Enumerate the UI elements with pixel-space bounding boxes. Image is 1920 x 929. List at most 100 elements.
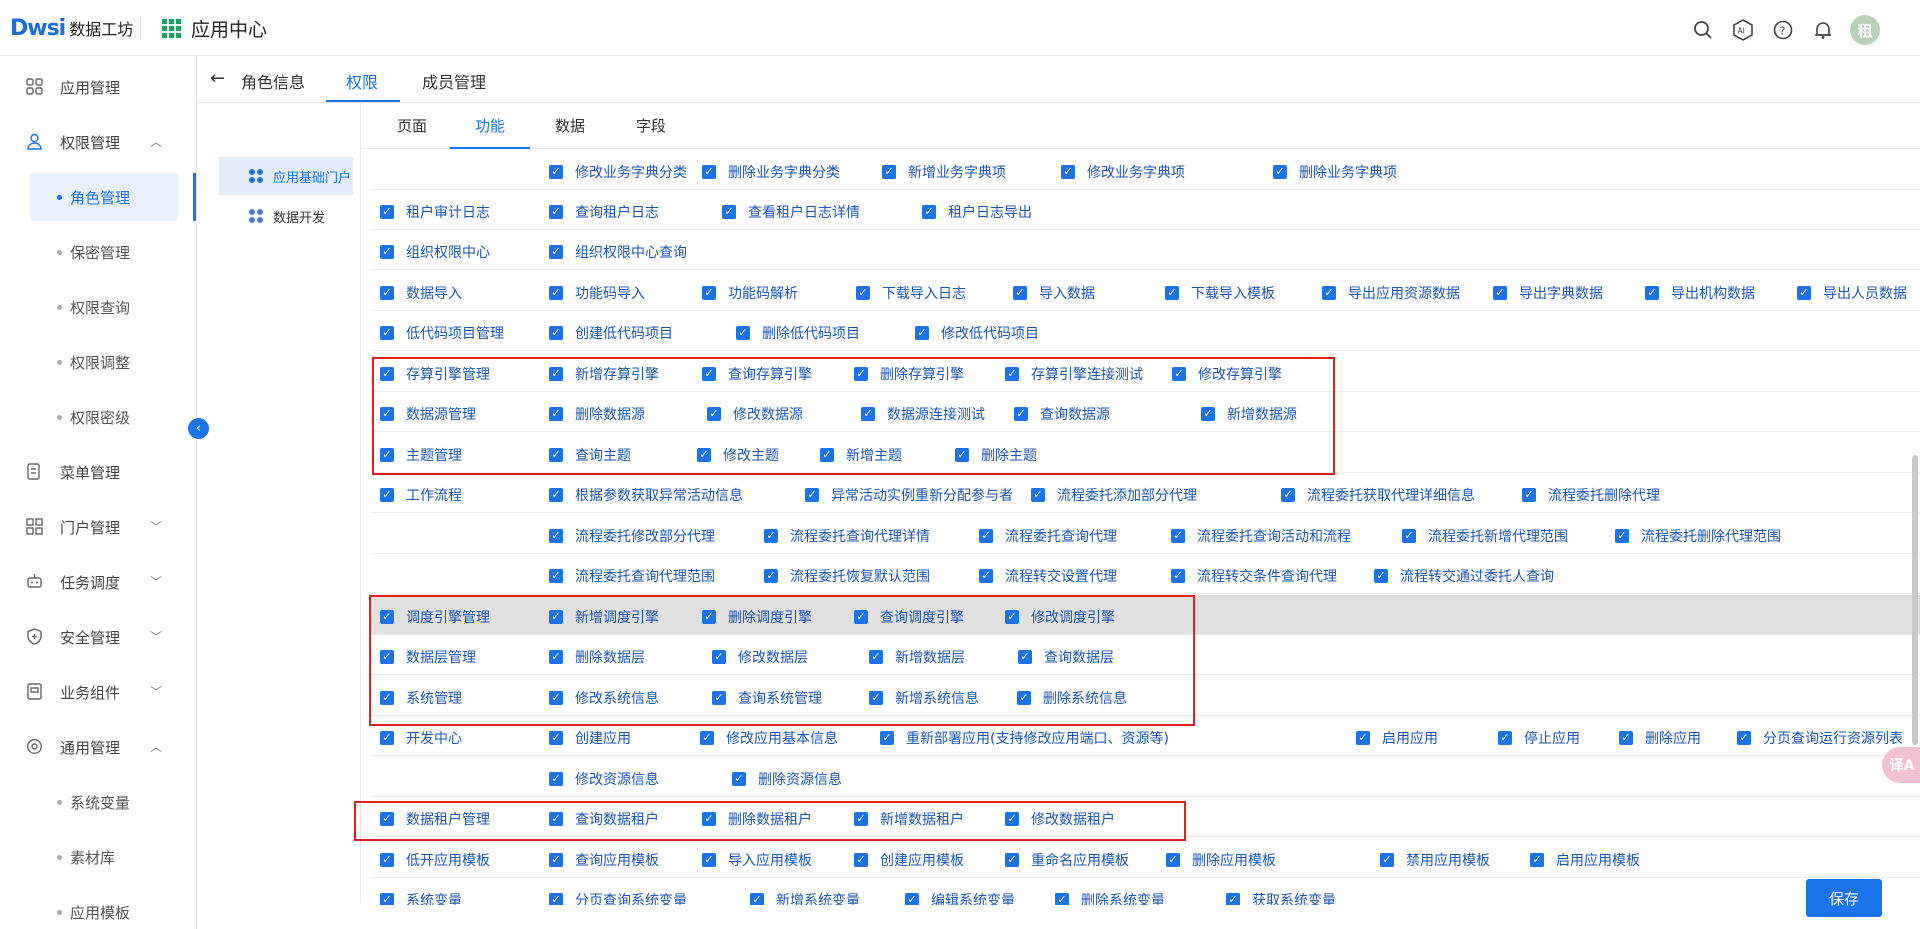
checkbox-checked-icon[interactable]: ✓ [1005,610,1019,624]
permission-checkbox[interactable]: ✓ 删除资源信息 [732,769,842,789]
sidebar-item-security[interactable]: 安全管理 ﹀ [0,612,196,662]
permission-checkbox[interactable]: ✓ 流程转交设置代理 [979,566,1117,586]
permission-checkbox[interactable]: ✓ 新增系统变量 [750,890,860,905]
checkbox-checked-icon[interactable]: ✓ [1171,529,1185,543]
checkbox-checked-icon[interactable]: ✓ [380,286,394,300]
permission-checkbox[interactable]: ✓ 查询主题 [549,445,631,465]
permission-checkbox[interactable]: ✓ 获取系统变量 [1226,890,1336,905]
checkbox-checked-icon[interactable]: ✓ [702,367,716,381]
checkbox-checked-icon[interactable]: ✓ [1005,367,1019,381]
checkbox-checked-icon[interactable]: ✓ [1356,731,1370,745]
checkbox-checked-icon[interactable]: ✓ [549,610,563,624]
checkbox-checked-icon[interactable]: ✓ [549,650,563,664]
checkbox-checked-icon[interactable]: ✓ [380,812,394,826]
permission-checkbox[interactable]: ✓ 租户日志导出 [922,202,1032,222]
permission-checkbox[interactable]: ✓ 导入应用模板 [702,850,812,870]
group-checkbox[interactable]: ✓ 低开应用模板 [380,850,490,870]
permission-checkbox[interactable]: ✓ 流程委托删除代理范围 [1615,526,1781,546]
permission-checkbox[interactable]: ✓ 删除低代码项目 [736,323,860,343]
checkbox-checked-icon[interactable]: ✓ [805,488,819,502]
permission-checkbox[interactable]: ✓ 导出应用资源数据 [1322,283,1460,303]
checkbox-checked-icon[interactable]: ✓ [750,893,764,905]
checkbox-checked-icon[interactable]: ✓ [1031,488,1045,502]
checkbox-checked-icon[interactable]: ✓ [380,650,394,664]
tab-members[interactable]: 成员管理 [422,69,486,93]
checkbox-checked-icon[interactable]: ✓ [549,367,563,381]
help-icon[interactable]: ? [1770,17,1796,43]
permission-checkbox[interactable]: ✓ 删除系统变量 [1055,890,1165,905]
group-checkbox[interactable]: ✓ 主题管理 [380,445,462,465]
permission-checkbox[interactable]: ✓ 分页查询运行资源列表 [1737,728,1903,748]
checkbox-checked-icon[interactable]: ✓ [702,165,716,179]
checkbox-checked-icon[interactable]: ✓ [707,407,721,421]
permission-checkbox[interactable]: ✓ 新增系统信息 [869,688,979,708]
permission-checkbox[interactable]: ✓ 查询租户日志 [549,202,659,222]
checkbox-checked-icon[interactable]: ✓ [820,448,834,462]
permission-checkbox[interactable]: ✓ 新增主题 [820,445,902,465]
checkbox-checked-icon[interactable]: ✓ [882,165,896,179]
permission-checkbox[interactable]: ✓ 下载导入模板 [1165,283,1275,303]
permission-checkbox[interactable]: ✓ 删除业务字典项 [1273,162,1397,182]
permission-checkbox[interactable]: ✓ 新增数据源 [1201,404,1297,424]
group-checkbox[interactable]: ✓ 调度引擎管理 [380,607,490,627]
permission-checkbox[interactable]: ✓ 查询调度引擎 [854,607,964,627]
checkbox-checked-icon[interactable]: ✓ [854,610,868,624]
checkbox-checked-icon[interactable]: ✓ [1005,853,1019,867]
checkbox-checked-icon[interactable]: ✓ [702,610,716,624]
permission-checkbox[interactable]: ✓ 新增调度引擎 [549,607,659,627]
permission-checkbox[interactable]: ✓ 创建低代码项目 [549,323,673,343]
group-checkbox[interactable]: ✓ 数据导入 [380,283,462,303]
checkbox-checked-icon[interactable]: ✓ [380,691,394,705]
checkbox-checked-icon[interactable]: ✓ [702,812,716,826]
checkbox-checked-icon[interactable]: ✓ [1273,165,1287,179]
checkbox-checked-icon[interactable]: ✓ [922,205,936,219]
checkbox-checked-icon[interactable]: ✓ [380,853,394,867]
permission-checkbox[interactable]: ✓ 异常活动实例重新分配参与者 [805,485,1013,505]
app-center[interactable]: 应用中心 [162,14,267,42]
checkbox-checked-icon[interactable]: ✓ [380,367,394,381]
permission-checkbox[interactable]: ✓ 创建应用模板 [854,850,964,870]
back-arrow-icon[interactable]: ← [210,68,225,89]
permission-checkbox[interactable]: ✓ 修改业务字典项 [1061,162,1185,182]
checkbox-checked-icon[interactable]: ✓ [380,893,394,905]
checkbox-checked-icon[interactable]: ✓ [1005,812,1019,826]
sidebar-sub-level[interactable]: 权限密级 [30,393,178,441]
checkbox-checked-icon[interactable]: ✓ [764,569,778,583]
permission-checkbox[interactable]: ✓ 修改调度引擎 [1005,607,1115,627]
permission-checkbox[interactable]: ✓ 创建应用 [549,728,631,748]
checkbox-checked-icon[interactable]: ✓ [549,326,563,340]
scrollbar[interactable] [1912,455,1918,745]
checkbox-checked-icon[interactable]: ✓ [915,326,929,340]
permission-checkbox[interactable]: ✓ 修改系统信息 [549,688,659,708]
permission-checkbox[interactable]: ✓ 流程委托添加部分代理 [1031,485,1197,505]
checkbox-checked-icon[interactable]: ✓ [1172,367,1186,381]
checkbox-checked-icon[interactable]: ✓ [1402,529,1416,543]
checkbox-checked-icon[interactable]: ✓ [856,286,870,300]
checkbox-checked-icon[interactable]: ✓ [380,731,394,745]
checkbox-checked-icon[interactable]: ✓ [736,326,750,340]
checkbox-checked-icon[interactable]: ✓ [1013,286,1027,300]
checkbox-checked-icon[interactable]: ✓ [869,650,883,664]
permission-checkbox[interactable]: ✓ 下载导入日志 [856,283,966,303]
permission-checkbox[interactable]: ✓ 删除存算引擎 [854,364,964,384]
permission-checkbox[interactable]: ✓ 流程委托新增代理范围 [1402,526,1568,546]
checkbox-checked-icon[interactable]: ✓ [549,893,563,905]
sidebar-sub-role[interactable]: 角色管理 [30,173,178,221]
permission-checkbox[interactable]: ✓ 查看租户日志详情 [722,202,860,222]
sidebar-sub-material[interactable]: 素材库 [30,833,178,881]
permission-checkbox[interactable]: ✓ 新增数据租户 [854,809,964,829]
checkbox-checked-icon[interactable]: ✓ [549,812,563,826]
checkbox-checked-icon[interactable]: ✓ [549,165,563,179]
sidebar-item-portal[interactable]: 门户管理 ﹀ [0,502,196,552]
permission-checkbox[interactable]: ✓ 功能码导入 [549,283,645,303]
permission-checkbox[interactable]: ✓ 存算引擎连接测试 [1005,364,1143,384]
checkbox-checked-icon[interactable]: ✓ [380,407,394,421]
checkbox-checked-icon[interactable]: ✓ [1498,731,1512,745]
permission-checkbox[interactable]: ✓ 修改低代码项目 [915,323,1039,343]
checkbox-checked-icon[interactable]: ✓ [1281,488,1295,502]
permission-checkbox[interactable]: ✓ 导出人员数据 [1797,283,1907,303]
checkbox-checked-icon[interactable]: ✓ [1530,853,1544,867]
group-checkbox[interactable]: ✓ 系统变量 [380,890,462,905]
permission-checkbox[interactable]: ✓ 流程委托修改部分代理 [549,526,715,546]
group-checkbox[interactable]: ✓ 组织权限中心 [380,242,490,262]
